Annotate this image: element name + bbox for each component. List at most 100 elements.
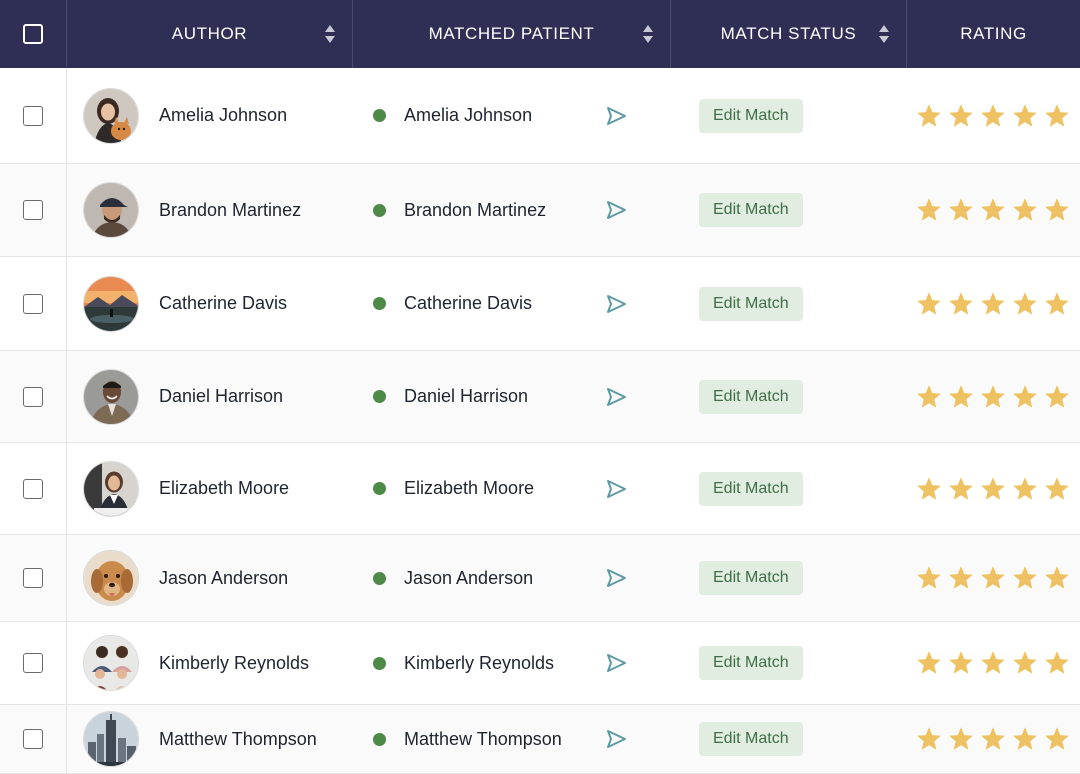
match-status-cell: Edit Match <box>671 379 907 414</box>
patient-name: Daniel Harrison <box>404 386 529 406</box>
author-cell: Kimberly Reynolds <box>67 635 353 691</box>
edit-match-button[interactable]: Edit Match <box>699 722 803 756</box>
author-cell: Daniel Harrison <box>67 368 353 425</box>
table-row: Catherine Davis Catherine Davis Edit Match <box>0 257 1080 351</box>
star-icon[interactable] <box>1011 475 1039 503</box>
column-header-author[interactable]: AUTHOR <box>67 0 353 68</box>
send-icon[interactable] <box>605 728 627 750</box>
row-checkbox[interactable] <box>23 568 43 588</box>
match-status-cell: Edit Match <box>671 471 907 506</box>
edit-match-button[interactable]: Edit Match <box>699 286 803 321</box>
row-checkbox[interactable] <box>23 386 43 407</box>
star-icon[interactable] <box>979 475 1007 503</box>
column-header-matched-patient-label: MATCHED PATIENT <box>428 24 595 43</box>
edit-match-button[interactable]: Edit Match <box>699 471 803 506</box>
star-icon[interactable] <box>947 102 975 130</box>
avatar[interactable] <box>83 182 139 238</box>
star-icon[interactable] <box>915 475 943 503</box>
star-icon[interactable] <box>1043 102 1071 130</box>
match-status-cell: Edit Match <box>671 561 907 595</box>
column-header-matched-patient[interactable]: MATCHED PATIENT <box>353 0 671 68</box>
sort-icon[interactable] <box>878 24 890 44</box>
star-icon[interactable] <box>1011 196 1039 224</box>
edit-match-button[interactable]: Edit Match <box>699 193 803 227</box>
sort-icon[interactable] <box>324 24 336 44</box>
status-dot <box>373 732 386 746</box>
star-icon[interactable] <box>915 649 943 677</box>
edit-match-button[interactable]: Edit Match <box>699 561 803 595</box>
star-icon[interactable] <box>979 196 1007 224</box>
send-icon[interactable] <box>605 478 627 500</box>
matched-patient-cell: Matthew Thompson <box>353 729 671 750</box>
star-icon[interactable] <box>1011 383 1039 411</box>
star-icon[interactable] <box>947 475 975 503</box>
star-icon[interactable] <box>1043 564 1071 592</box>
avatar[interactable] <box>83 275 139 332</box>
star-icon[interactable] <box>1043 196 1071 224</box>
send-icon[interactable] <box>605 105 627 127</box>
row-checkbox[interactable] <box>23 729 43 749</box>
star-icon[interactable] <box>1043 725 1071 753</box>
send-icon[interactable] <box>605 652 627 674</box>
star-icon[interactable] <box>947 196 975 224</box>
row-checkbox[interactable] <box>23 478 43 499</box>
column-header-rating: RATING <box>907 0 1080 68</box>
star-icon[interactable] <box>947 383 975 411</box>
star-icon[interactable] <box>947 649 975 677</box>
avatar[interactable] <box>83 87 139 144</box>
star-icon[interactable] <box>1011 725 1039 753</box>
avatar-image <box>84 183 138 237</box>
table-row: Daniel Harrison Daniel Harrison Edit Match <box>0 351 1080 443</box>
star-icon[interactable] <box>1043 383 1071 411</box>
star-icon[interactable] <box>979 102 1007 130</box>
edit-match-button[interactable]: Edit Match <box>699 646 803 680</box>
row-checkbox[interactable] <box>23 293 43 314</box>
match-status-cell: Edit Match <box>671 98 907 133</box>
star-icon[interactable] <box>947 290 975 318</box>
send-icon[interactable] <box>605 567 627 589</box>
send-icon[interactable] <box>605 199 627 221</box>
star-icon[interactable] <box>915 196 943 224</box>
table-header: AUTHOR MATCHED PATIENT MATCH STATUS RATI… <box>0 0 1080 68</box>
star-icon[interactable] <box>1011 649 1039 677</box>
star-icon[interactable] <box>915 564 943 592</box>
status-dot <box>373 297 386 310</box>
status-dot <box>373 656 386 670</box>
avatar[interactable] <box>83 711 139 767</box>
edit-match-button[interactable]: Edit Match <box>699 98 803 133</box>
avatar[interactable] <box>83 550 139 606</box>
star-icon[interactable] <box>979 290 1007 318</box>
edit-match-button[interactable]: Edit Match <box>699 379 803 414</box>
sort-icon[interactable] <box>642 24 654 44</box>
avatar[interactable] <box>83 635 139 691</box>
send-icon[interactable] <box>605 386 627 408</box>
star-icon[interactable] <box>1043 649 1071 677</box>
star-icon[interactable] <box>979 649 1007 677</box>
star-icon[interactable] <box>979 564 1007 592</box>
row-checkbox[interactable] <box>23 653 43 673</box>
author-name: Catherine Davis <box>159 293 288 313</box>
star-icon[interactable] <box>947 725 975 753</box>
avatar[interactable] <box>83 460 139 517</box>
row-checkbox[interactable] <box>23 200 43 220</box>
star-icon[interactable] <box>915 383 943 411</box>
star-icon[interactable] <box>1011 564 1039 592</box>
select-all-checkbox[interactable] <box>23 24 43 44</box>
star-icon[interactable] <box>979 383 1007 411</box>
star-icon[interactable] <box>915 102 943 130</box>
column-header-match-status[interactable]: MATCH STATUS <box>671 0 907 68</box>
avatar[interactable] <box>83 368 139 425</box>
send-icon[interactable] <box>605 293 627 315</box>
star-icon[interactable] <box>1011 102 1039 130</box>
star-icon[interactable] <box>1043 290 1071 318</box>
star-icon[interactable] <box>1043 475 1071 503</box>
star-icon[interactable] <box>915 290 943 318</box>
author-name: Elizabeth Moore <box>159 478 290 498</box>
header-select-cell <box>0 0 67 68</box>
star-icon[interactable] <box>1011 290 1039 318</box>
star-icon[interactable] <box>915 725 943 753</box>
star-icon[interactable] <box>947 564 975 592</box>
star-icon[interactable] <box>979 725 1007 753</box>
row-checkbox[interactable] <box>23 105 43 126</box>
row-select-cell <box>0 351 67 442</box>
